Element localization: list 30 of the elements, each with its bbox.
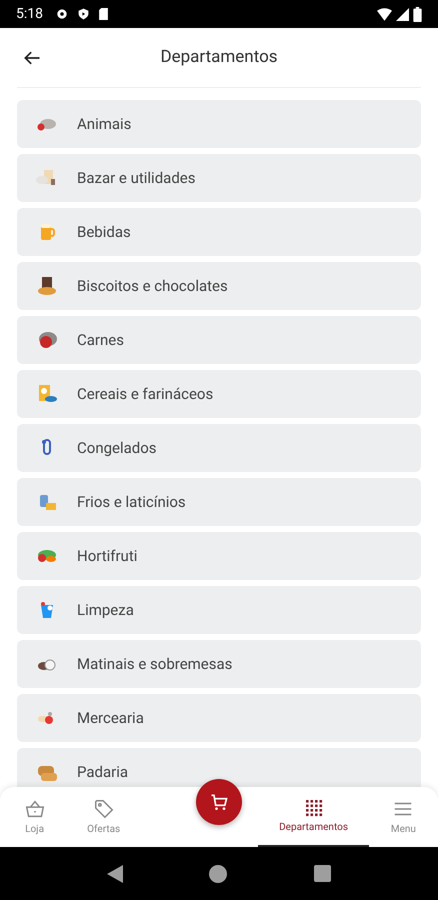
page-title: Departamentos — [160, 46, 278, 69]
recents-icon[interactable] — [314, 865, 331, 882]
shield-icon — [77, 7, 90, 21]
nav-tab[interactable]: Menu — [368, 787, 438, 847]
back-icon[interactable] — [107, 864, 124, 882]
sd-card-icon — [98, 7, 109, 21]
chocolate-bar-icon — [35, 275, 59, 297]
nav-tab[interactable]: Ofertas — [69, 787, 138, 847]
department-item[interactable]: Congelados — [17, 424, 421, 472]
department-item[interactable]: Cereais e farináceos — [17, 370, 421, 418]
battery-icon — [413, 6, 422, 22]
home-icon[interactable] — [209, 864, 228, 882]
department-item[interactable]: Hortifruti — [17, 532, 421, 580]
nav-tab[interactable]: Loja — [0, 787, 70, 847]
grid-icon — [304, 798, 324, 818]
department-item[interactable]: Bebidas — [17, 208, 421, 256]
cart-icon — [209, 792, 229, 812]
department-item[interactable]: Carnes — [17, 316, 421, 364]
department-item[interactable]: Animais — [17, 100, 421, 148]
department-item[interactable]: Biscoitos e chocolates — [17, 262, 421, 310]
department-item[interactable]: Mercearia — [17, 694, 421, 742]
department-item[interactable]: Padaria — [17, 748, 421, 787]
department-item[interactable]: Matinais e sobremesas — [17, 640, 421, 688]
wifi-icon — [377, 8, 392, 20]
signal-icon — [396, 8, 409, 20]
tag-icon — [92, 798, 115, 820]
department-item[interactable]: Bazar e utilidades — [17, 154, 421, 202]
status-time: 5:18 — [16, 4, 43, 24]
department-item[interactable]: Limpeza — [17, 586, 421, 634]
department-item[interactable]: Frios e laticínios — [17, 478, 421, 526]
